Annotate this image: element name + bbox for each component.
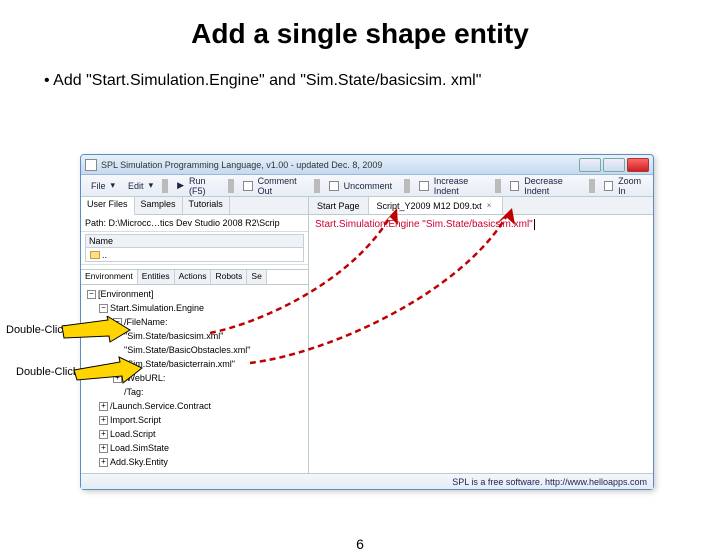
zoom-in-icon — [604, 181, 614, 191]
tab-script[interactable]: Script_Y2009 M12 D09.txt × — [369, 197, 503, 214]
tree-tag[interactable]: /Tag: — [83, 385, 306, 399]
path-label: Path: — [85, 218, 106, 228]
increase-indent-button[interactable]: Increase Indent — [416, 176, 489, 196]
tree-root[interactable]: −[Environment] — [83, 287, 306, 301]
tree-load-script[interactable]: +Load.Script — [83, 427, 306, 441]
zoom-in-button[interactable]: Zoom In — [601, 176, 649, 196]
callout-double-click-2: Double-Click — [14, 366, 80, 378]
tree-file-0[interactable]: "Sim.State/basicsim.xml" — [83, 329, 306, 343]
minimize-button[interactable] — [579, 158, 601, 172]
toolbar: File ▾ Edit ▾ ▶ Run (F5) Comment Out Unc… — [81, 175, 653, 197]
collapse-icon[interactable]: − — [113, 318, 122, 327]
expand-icon[interactable]: + — [99, 430, 108, 439]
uncomment-icon — [329, 181, 339, 191]
code-line: Start.Simulation.Engine "Sim.State/basic… — [315, 219, 533, 230]
expand-icon[interactable]: + — [99, 416, 108, 425]
menu-edit[interactable]: Edit ▾ — [122, 180, 156, 191]
env-tab-robots[interactable]: Robots — [211, 270, 247, 284]
page-number: 6 — [0, 536, 720, 552]
expand-icon[interactable]: + — [113, 374, 122, 383]
env-tab-entities[interactable]: Entities — [138, 270, 175, 284]
application-window: SPL Simulation Programming Language, v1.… — [80, 154, 654, 490]
name-value: .. — [102, 250, 107, 260]
env-tab-se[interactable]: Se — [247, 270, 266, 284]
folder-icon — [90, 251, 100, 259]
tree-view: −[Environment] −Start.Simulation.Engine … — [81, 285, 308, 473]
tree-filename[interactable]: −/FileName: — [83, 315, 306, 329]
increase-indent-icon — [419, 181, 429, 191]
bullet-text: Add "Start.Simulation.Engine" and "Sim.S… — [44, 72, 720, 90]
tree-weburl[interactable]: +/WebURL: — [83, 371, 306, 385]
tab-tutorials[interactable]: Tutorials — [183, 197, 230, 214]
right-pane: Start Page Script_Y2009 M12 D09.txt × St… — [309, 197, 653, 473]
expand-icon[interactable]: + — [99, 444, 108, 453]
collapse-icon[interactable]: − — [99, 304, 108, 313]
expand-icon[interactable]: + — [99, 458, 108, 467]
tree-add-sky[interactable]: +Add.Sky.Entity — [83, 455, 306, 469]
run-button[interactable]: ▶ Run (F5) — [174, 176, 222, 196]
tree-load-simstate[interactable]: +Load.SimState — [83, 441, 306, 455]
decrease-indent-icon — [510, 181, 520, 191]
text-caret — [534, 219, 535, 230]
env-tab-environment[interactable]: Environment — [81, 270, 138, 284]
close-button[interactable] — [627, 158, 649, 172]
env-tab-actions[interactable]: Actions — [175, 270, 212, 284]
status-footer: SPL is a free software. http://www.hello… — [81, 473, 653, 489]
decrease-indent-button[interactable]: Decrease Indent — [507, 176, 583, 196]
collapse-icon[interactable]: − — [87, 290, 96, 299]
uncomment-button[interactable]: Uncomment — [326, 181, 399, 191]
slide-title: Add a single shape entity — [0, 18, 720, 50]
tree-import[interactable]: +Import.Script — [83, 413, 306, 427]
menu-file[interactable]: File ▾ — [85, 180, 118, 191]
tree-start-sim[interactable]: −Start.Simulation.Engine — [83, 301, 306, 315]
comment-out-button[interactable]: Comment Out — [240, 176, 308, 196]
name-header: Name — [85, 234, 304, 248]
callout-double-click-1: Double-Click — [4, 324, 70, 336]
tab-start-page[interactable]: Start Page — [309, 197, 369, 214]
app-icon — [85, 159, 97, 171]
expand-icon[interactable]: + — [99, 402, 108, 411]
code-editor[interactable]: Start.Simulation.Engine "Sim.State/basic… — [309, 215, 653, 473]
tab-samples[interactable]: Samples — [135, 197, 183, 214]
tree-file-2[interactable]: "Sim.State/basicterrain.xml" — [83, 357, 306, 371]
tree-launch[interactable]: +/Launch.Service.Contract — [83, 399, 306, 413]
left-pane: User Files Samples Tutorials Path: D:\Mi… — [81, 197, 309, 473]
tab-user-files[interactable]: User Files — [81, 197, 135, 215]
path-row: Path: D:\Microcc…tics Dev Studio 2008 R2… — [81, 215, 308, 232]
close-icon[interactable]: × — [485, 201, 494, 210]
comment-icon — [243, 181, 253, 191]
name-value-row[interactable]: .. — [85, 248, 304, 262]
titlebar: SPL Simulation Programming Language, v1.… — [81, 155, 653, 175]
path-value: D:\Microcc…tics Dev Studio 2008 R2\Scrip — [109, 218, 280, 228]
maximize-button[interactable] — [603, 158, 625, 172]
tree-file-1[interactable]: "Sim.State/BasicObstacles.xml" — [83, 343, 306, 357]
window-title: SPL Simulation Programming Language, v1.… — [101, 160, 579, 170]
